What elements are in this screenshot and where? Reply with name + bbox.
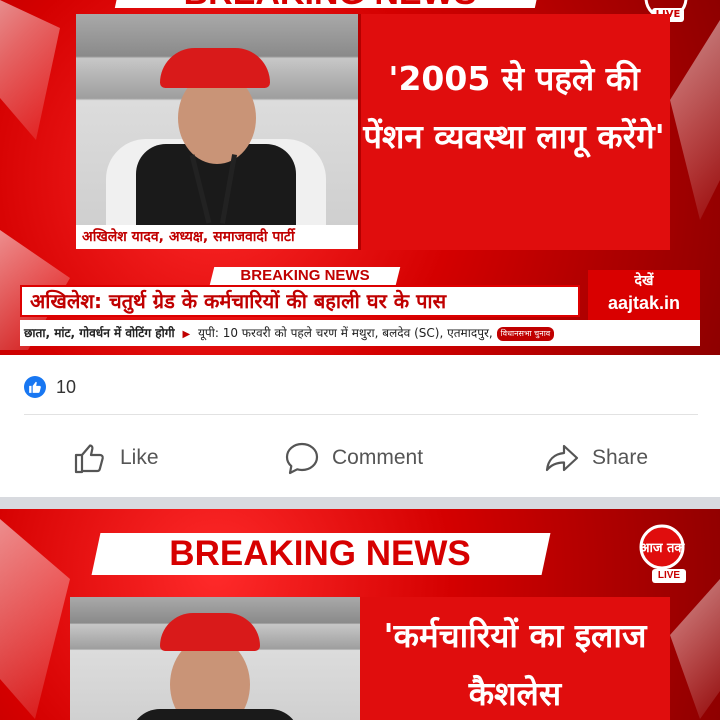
comment-bubble-icon xyxy=(285,442,319,475)
facebook-feed: BREAKING NEWS LIVE अखिलेश यादव, अध्यक्ष,… xyxy=(0,0,720,720)
share-arrow-icon xyxy=(545,444,579,472)
ticker-right: यूपी: 10 फरवरी को पहले चरण में मथुरा, बल… xyxy=(197,326,493,340)
share-button[interactable]: Share xyxy=(544,436,648,480)
thumbs-up-icon xyxy=(74,444,104,474)
comment-button[interactable]: Comment xyxy=(284,436,423,480)
diamond-shard-decoration xyxy=(670,20,720,220)
like-label: Like xyxy=(120,446,159,469)
speaker-photo xyxy=(70,597,360,720)
breaking-banner-text: BREAKING NEWS xyxy=(169,534,471,573)
quote-text: '2005 से पहले की पेंशन व्यवस्था लागू करे… xyxy=(363,59,665,156)
channel-logo-text: आज तक xyxy=(640,541,686,556)
news-ticker: छाता, मांट, गोवर्धन में वोटिंग होगी ▶ यू… xyxy=(20,320,700,346)
quote-text: 'कर्मचारियों का इलाज कैशलेस xyxy=(383,616,647,713)
breaking-tab-text: BREAKING NEWS xyxy=(240,267,370,284)
ticker-badge: विधानसभा चुनाव xyxy=(496,326,555,341)
diamond-shard-decoration xyxy=(0,0,60,140)
like-button[interactable]: Like xyxy=(72,436,159,480)
live-badge: LIVE xyxy=(652,569,686,583)
speaker-photo xyxy=(76,14,358,225)
news-image-1[interactable]: BREAKING NEWS LIVE अखिलेश यादव, अध्यक्ष,… xyxy=(0,0,720,355)
post-separator xyxy=(0,497,720,509)
red-cap xyxy=(160,48,270,88)
speaker-caption: अखिलेश यादव, अध्यक्ष, समाजवादी पार्टी xyxy=(76,225,358,249)
diamond-shard-decoration xyxy=(0,519,70,719)
news-image-2[interactable]: BREAKING NEWS आज तक LIVE 'कर्मचारियों का… xyxy=(0,509,720,720)
like-thumb-icon xyxy=(24,376,46,398)
aajtak-promo: देखें aajtak.in xyxy=(588,270,700,320)
comment-label: Comment xyxy=(332,446,424,469)
headline-text: अखिलेश: चतुर्थ ग्रेड के कर्मचारियों की ब… xyxy=(30,289,447,313)
reaction-count: 10 xyxy=(56,376,77,397)
reactions-summary[interactable]: 10 xyxy=(24,374,76,400)
divider xyxy=(24,414,698,415)
person-vest xyxy=(130,709,300,720)
promo-site: aajtak.in xyxy=(607,293,681,313)
diamond-shard-decoration xyxy=(670,579,720,719)
promo-label: देखें xyxy=(634,273,654,289)
ticker-left: छाता, मांट, गोवर्धन में वोटिंग होगी xyxy=(24,326,175,340)
red-cap xyxy=(160,613,260,651)
share-label: Share xyxy=(592,446,649,469)
top-banner-text: BREAKING NEWS xyxy=(140,0,520,10)
ticker-arrow-icon: ▶ xyxy=(182,329,191,340)
